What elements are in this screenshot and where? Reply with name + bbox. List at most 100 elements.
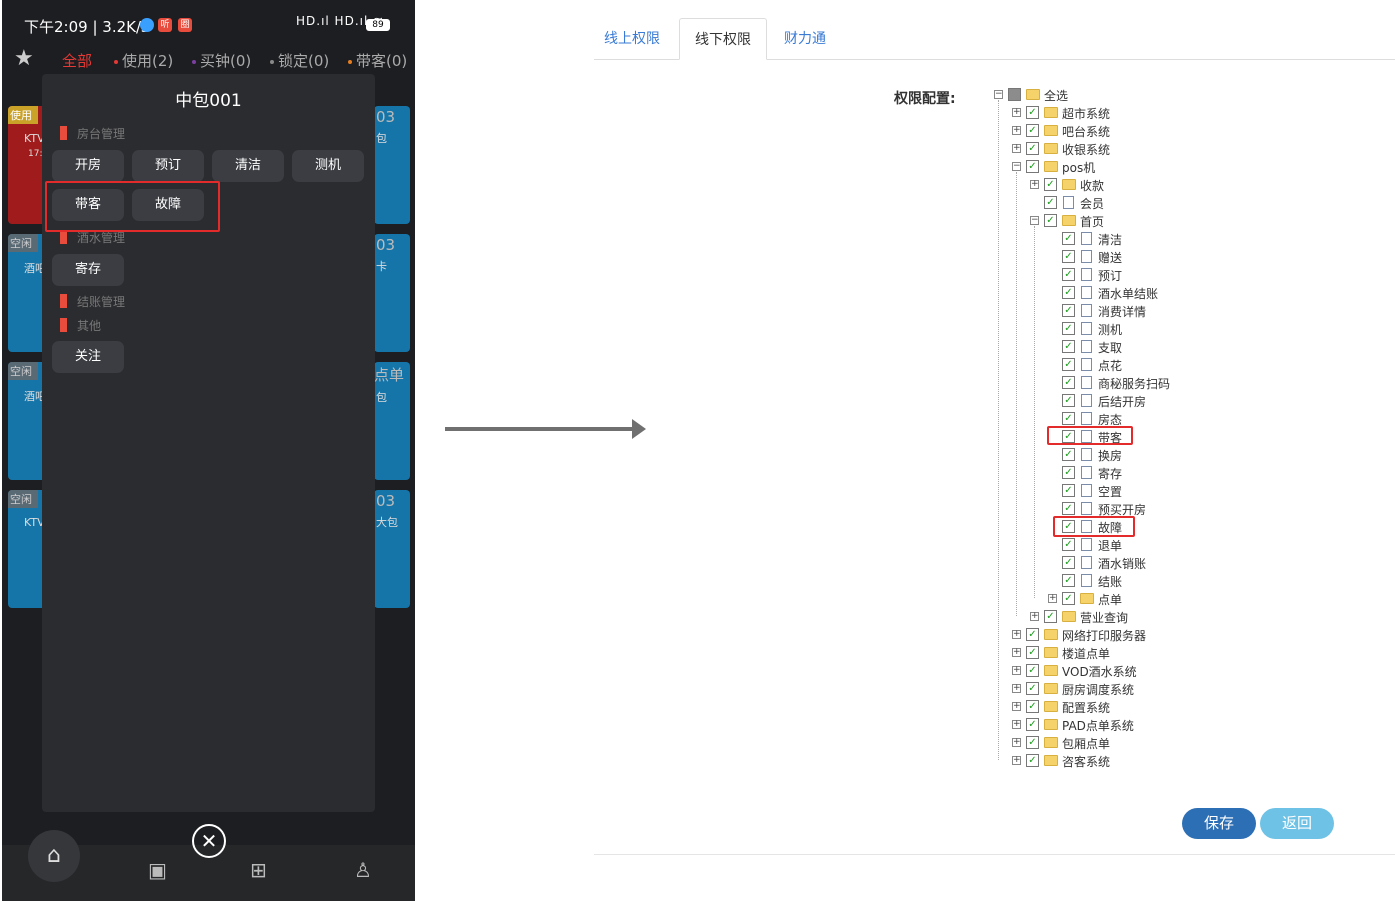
back-button[interactable]: 返回 [1260,808,1334,839]
folder-icon [1044,755,1058,766]
checkbox[interactable]: ✓ [1062,340,1075,353]
tree-node-label: 点花 [1098,359,1123,373]
room-card[interactable]: 点单 包 [374,362,410,480]
checkbox[interactable]: ✓ [1062,538,1075,551]
store-button[interactable]: 寄存 [52,254,124,286]
filter-in-use[interactable]: 使用(2) [114,50,173,71]
battery-icon: 89 [366,19,390,31]
checkbox[interactable]: ✓ [1062,412,1075,425]
checkbox[interactable]: ✓ [1026,736,1039,749]
expand-icon[interactable]: + [1048,594,1057,603]
grid-icon[interactable]: ⊞ [250,858,267,882]
checkbox[interactable]: ✓ [1026,124,1039,137]
permission-config-label: 权限配置: [894,91,956,107]
checkbox[interactable]: ✓ [1062,502,1075,515]
reserve-button[interactable]: 预订 [132,150,204,182]
checkbox[interactable]: ✓ [1026,700,1039,713]
checkbox[interactable]: ✓ [1026,664,1039,677]
checkbox[interactable]: ✓ [1026,754,1039,767]
filter-with-guest[interactable]: 带客(0) [348,50,407,71]
user-icon[interactable]: ♙ [354,858,372,882]
folder-icon [1044,719,1058,730]
checkbox[interactable]: ✓ [1026,142,1039,155]
section-marker [60,230,67,244]
section-room-management: 房台管理 [60,125,125,142]
tree-node-label: 消费详情 [1098,305,1147,319]
filter-label: 买钟(0) [200,52,252,70]
follow-button[interactable]: 关注 [52,341,124,373]
open-room-button[interactable]: 开房 [52,150,124,182]
expand-icon[interactable]: + [1012,648,1021,657]
collapse-icon[interactable]: − [1012,162,1021,171]
checkbox[interactable]: ✓ [1062,286,1075,299]
room-card[interactable]: 03 大包 [374,490,410,608]
file-icon [1081,502,1092,515]
clean-button[interactable]: 清洁 [212,150,284,182]
collapse-icon[interactable]: − [994,90,1003,99]
folder-icon [1062,611,1076,622]
expand-icon[interactable]: + [1012,684,1021,693]
collapse-icon[interactable]: − [1030,216,1039,225]
tree-node-label: 预订 [1098,269,1123,283]
expand-icon[interactable]: + [1012,756,1021,765]
tab-online-permissions[interactable]: 线上权限 [604,18,660,60]
checkbox[interactable]: ✓ [1026,718,1039,731]
checkbox[interactable]: ✓ [1062,304,1075,317]
checkbox[interactable]: ✓ [1062,358,1075,371]
checkbox[interactable]: ✓ [1062,466,1075,479]
checkbox[interactable] [1008,88,1021,101]
tree-guide-line [1016,172,1017,616]
expand-icon[interactable]: + [1030,612,1039,621]
expand-icon[interactable]: + [1012,702,1021,711]
checkbox[interactable]: ✓ [1026,106,1039,119]
tree-guide-line [998,100,999,760]
room-card[interactable]: 03 卡 [374,234,410,352]
checkbox[interactable]: ✓ [1044,178,1057,191]
checkbox[interactable]: ✓ [1062,448,1075,461]
tab-offline-permissions[interactable]: 线下权限 [679,18,767,60]
folder-icon [1044,143,1058,154]
checkbox[interactable]: ✓ [1026,682,1039,695]
expand-icon[interactable]: + [1030,180,1039,189]
filter-all[interactable]: 全部 [62,50,92,71]
star-icon[interactable]: ★ [14,46,34,71]
checkbox[interactable]: ✓ [1062,394,1075,407]
room-card[interactable]: 03 包 [374,106,410,224]
checkbox[interactable]: ✓ [1062,232,1075,245]
expand-icon[interactable]: + [1012,126,1021,135]
checkbox[interactable]: ✓ [1044,610,1057,623]
close-icon[interactable]: ✕ [192,824,226,858]
expand-icon[interactable]: + [1012,630,1021,639]
file-icon [1081,376,1092,389]
checkbox[interactable]: ✓ [1044,196,1057,209]
expand-icon[interactable]: + [1012,144,1021,153]
checkbox[interactable]: ✓ [1062,250,1075,263]
wallet-icon[interactable]: ▣ [148,858,167,882]
room-status-tag: 空闲 [8,234,38,252]
expand-icon[interactable]: + [1012,666,1021,675]
expand-icon[interactable]: + [1012,108,1021,117]
file-icon [1081,322,1092,335]
checkbox[interactable]: ✓ [1026,628,1039,641]
checkbox[interactable]: ✓ [1026,646,1039,659]
home-icon[interactable]: ⌂ [28,830,80,882]
test-machine-button[interactable]: 测机 [292,150,364,182]
expand-icon[interactable]: + [1012,738,1021,747]
checkbox[interactable]: ✓ [1026,160,1039,173]
expand-icon[interactable]: + [1012,720,1021,729]
save-button[interactable]: 保存 [1182,808,1256,839]
checkbox[interactable]: ✓ [1062,268,1075,281]
filter-locked[interactable]: 锁定(0) [270,50,329,71]
checkbox[interactable]: ✓ [1044,214,1057,227]
checkbox[interactable]: ✓ [1062,556,1075,569]
checkbox[interactable]: ✓ [1062,322,1075,335]
status-bar: 下午2:09 | 3.2K/s 听 圈 HD.ıl HD.ıl ≋ 89 [2,0,415,44]
tree-node-label: 厨房调度系统 [1062,683,1135,697]
filter-label: 带客(0) [356,52,408,70]
checkbox[interactable]: ✓ [1062,484,1075,497]
checkbox[interactable]: ✓ [1062,592,1075,605]
filter-buy-clock[interactable]: 买钟(0) [192,50,251,71]
checkbox[interactable]: ✓ [1062,376,1075,389]
checkbox[interactable]: ✓ [1062,574,1075,587]
tab-finance[interactable]: 财力通 [784,18,826,60]
